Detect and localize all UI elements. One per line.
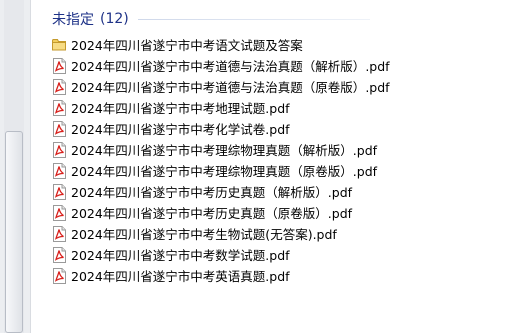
file-name: 2024年四川省遂宁市中考化学试卷.pdf bbox=[71, 122, 290, 137]
file-name: 2024年四川省遂宁市中考道德与法治真题（解析版）.pdf bbox=[71, 59, 390, 74]
file-item[interactable]: 2024年四川省遂宁市中考道德与法治真题（解析版）.pdf bbox=[50, 55, 510, 76]
file-name: 2024年四川省遂宁市中考历史真题（原卷版）.pdf bbox=[71, 206, 353, 221]
group-header[interactable]: 未指定 (12) bbox=[52, 10, 129, 28]
file-name: 2024年四川省遂宁市中考理综物理真题（原卷版）.pdf bbox=[71, 164, 378, 179]
file-name: 2024年四川省遂宁市中考地理试题.pdf bbox=[71, 101, 290, 116]
vertical-scrollbar[interactable] bbox=[0, 0, 31, 333]
pdf-icon bbox=[52, 78, 66, 95]
file-list-pane: 未指定 (12) 2024年四川省遂宁市中考语文试题及答案 2024年四川省遂宁市… bbox=[30, 0, 532, 333]
group-count: (12) bbox=[100, 11, 129, 27]
file-item[interactable]: 2024年四川省遂宁市中考化学试卷.pdf bbox=[50, 118, 510, 139]
file-item[interactable]: 2024年四川省遂宁市中考历史真题（解析版）.pdf bbox=[50, 181, 510, 202]
file-name: 2024年四川省遂宁市中考道德与法治真题（原卷版）.pdf bbox=[71, 80, 390, 95]
file-name: 2024年四川省遂宁市中考历史真题（解析版）.pdf bbox=[71, 185, 353, 200]
folder-icon bbox=[52, 37, 66, 53]
file-item[interactable]: 2024年四川省遂宁市中考英语真题.pdf bbox=[50, 265, 510, 286]
group-title: 未指定 bbox=[52, 12, 94, 28]
pdf-icon bbox=[52, 204, 66, 221]
file-item[interactable]: 2024年四川省遂宁市中考历史真题（原卷版）.pdf bbox=[50, 202, 510, 223]
pdf-icon bbox=[52, 162, 66, 179]
pdf-icon bbox=[52, 246, 66, 263]
file-name: 2024年四川省遂宁市中考理综物理真题（解析版）.pdf bbox=[71, 143, 378, 158]
pdf-icon bbox=[52, 120, 66, 137]
pdf-icon bbox=[52, 99, 66, 116]
file-name: 2024年四川省遂宁市中考语文试题及答案 bbox=[71, 38, 303, 53]
file-list: 2024年四川省遂宁市中考语文试题及答案 2024年四川省遂宁市中考道德与法治真题… bbox=[50, 34, 510, 286]
file-item[interactable]: 2024年四川省遂宁市中考理综物理真题（原卷版）.pdf bbox=[50, 160, 510, 181]
pdf-icon bbox=[52, 141, 66, 158]
pdf-icon bbox=[52, 267, 66, 284]
file-name: 2024年四川省遂宁市中考数学试题.pdf bbox=[71, 248, 290, 263]
file-item[interactable]: 2024年四川省遂宁市中考语文试题及答案 bbox=[50, 34, 510, 55]
pdf-icon bbox=[52, 183, 66, 200]
file-name: 2024年四川省遂宁市中考英语真题.pdf bbox=[71, 269, 290, 284]
file-item[interactable]: 2024年四川省遂宁市中考地理试题.pdf bbox=[50, 97, 510, 118]
file-item[interactable]: 2024年四川省遂宁市中考数学试题.pdf bbox=[50, 244, 510, 265]
file-item[interactable]: 2024年四川省遂宁市中考理综物理真题（解析版）.pdf bbox=[50, 139, 510, 160]
file-item[interactable]: 2024年四川省遂宁市中考生物试题(无答案).pdf bbox=[50, 223, 510, 244]
explorer-window: 未指定 (12) 2024年四川省遂宁市中考语文试题及答案 2024年四川省遂宁市… bbox=[0, 0, 532, 333]
file-item[interactable]: 2024年四川省遂宁市中考道德与法治真题（原卷版）.pdf bbox=[50, 76, 510, 97]
scrollbar-thumb[interactable] bbox=[5, 131, 23, 333]
file-name: 2024年四川省遂宁市中考生物试题(无答案).pdf bbox=[71, 227, 337, 242]
group-divider bbox=[138, 19, 370, 20]
pdf-icon bbox=[52, 225, 66, 242]
pdf-icon bbox=[52, 57, 66, 74]
